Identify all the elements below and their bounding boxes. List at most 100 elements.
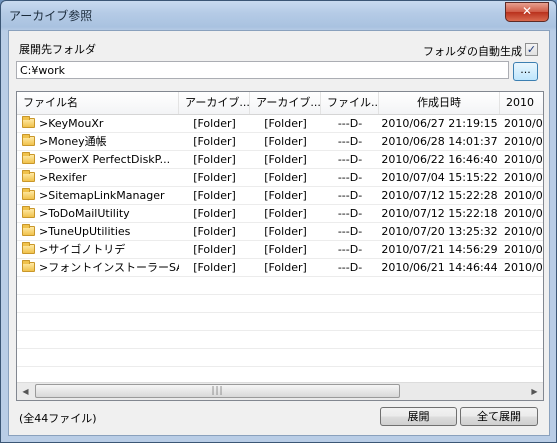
cell-name: >ToDoMailUtility [39, 207, 130, 220]
cell-attr: ---D- [337, 153, 363, 166]
cell-name: >サイゴノトリデ [39, 243, 126, 256]
cell-date2: 2010/0 [504, 171, 543, 184]
cell-date: 2010/07/20 13:25:32 [381, 225, 498, 238]
cell-name: >SitemapLinkManager [39, 189, 165, 202]
window-title: アーカイブ参照 [9, 9, 93, 23]
column-header-created[interactable]: 作成日時 [379, 92, 500, 114]
cell-a2: [Folder] [264, 135, 307, 148]
cell-a1: [Folder] [193, 261, 236, 274]
browse-button[interactable]: ... [513, 62, 538, 81]
folder-icon [22, 206, 35, 218]
folder-icon [22, 134, 35, 146]
cell-a1: [Folder] [193, 189, 236, 202]
cell-date2: 2010/0 [504, 261, 543, 274]
list-header: ファイル名 アーカイブ... アーカイブ... ファイル... 作成日時 201… [17, 92, 543, 115]
cell-name: >TuneUpUtilities [39, 225, 131, 238]
cell-a1: [Folder] [193, 135, 236, 148]
cell-name: >フォントインストーラーSA... [39, 261, 179, 274]
table-row[interactable]: >KeyMouXr [Folder] [Folder] ---D- 2010/06/27… [17, 115, 543, 133]
table-row[interactable]: >Money通帳 [Folder] [Folder] ---D- 2010/06/28 … [17, 133, 543, 151]
scroll-left-icon[interactable]: ◀ [17, 383, 34, 400]
cell-date: 2010/07/12 15:22:18 [381, 207, 498, 220]
archive-browse-window: アーカイブ参照 ✕ 展開先フォルダ フォルダの自動生成 ✓ C:¥work ..… [0, 0, 557, 443]
close-button[interactable]: ✕ [505, 2, 549, 22]
folder-icon [22, 224, 35, 236]
table-row[interactable]: >サイゴノトリデ [Folder] [Folder] ---D- 2010/07/21 … [17, 241, 543, 259]
empty-row [17, 295, 543, 313]
cell-a1: [Folder] [193, 171, 236, 184]
title-bar[interactable]: アーカイブ参照 ✕ [1, 1, 556, 29]
cell-a2: [Folder] [264, 243, 307, 256]
file-count: (全44ファイル) [19, 412, 97, 425]
cell-date2: 2010/0 [504, 117, 543, 130]
table-row[interactable]: >ToDoMailUtility [Folder] [Folder] ---D- 201… [17, 205, 543, 223]
cell-attr: ---D- [337, 117, 363, 130]
column-header-archive-2[interactable]: アーカイブ... [250, 92, 321, 114]
cell-a1: [Folder] [193, 153, 236, 166]
cell-a1: [Folder] [193, 207, 236, 220]
cell-name: >KeyMouXr [39, 117, 104, 130]
scroll-right-icon[interactable]: ▶ [526, 383, 543, 400]
table-row[interactable]: >SitemapLinkManager [Folder] [Folder] ---D-… [17, 187, 543, 205]
horizontal-scrollbar[interactable]: ◀ ||| ▶ [17, 382, 543, 400]
file-list[interactable]: ファイル名 アーカイブ... アーカイブ... ファイル... 作成日時 201… [16, 91, 544, 401]
folder-icon [22, 188, 35, 200]
dest-folder-label: 展開先フォルダ [19, 43, 96, 56]
empty-row [17, 331, 543, 349]
folder-icon [22, 152, 35, 164]
empty-row [17, 277, 543, 295]
column-header-archive-1[interactable]: アーカイブ... [179, 92, 250, 114]
cell-attr: ---D- [337, 261, 363, 274]
cell-a2: [Folder] [264, 117, 307, 130]
cell-date2: 2010/0 [504, 135, 543, 148]
cell-date2: 2010/0 [504, 225, 543, 238]
auto-create-label: フォルダの自動生成 [423, 45, 522, 58]
dest-path-input[interactable]: C:¥work [16, 61, 509, 79]
cell-date: 2010/07/21 14:56:29 [381, 243, 498, 256]
cell-a2: [Folder] [264, 207, 307, 220]
folder-icon [22, 170, 35, 182]
empty-row [17, 349, 543, 367]
cell-attr: ---D- [337, 135, 363, 148]
cell-date2: 2010/0 [504, 243, 543, 256]
table-row[interactable]: >フォントインストーラーSA... [Folder] [Folder] ---D- 20… [17, 259, 543, 277]
cell-a2: [Folder] [264, 171, 307, 184]
cell-attr: ---D- [337, 243, 363, 256]
cell-a1: [Folder] [193, 243, 236, 256]
cell-date2: 2010/0 [504, 189, 543, 202]
cell-attr: ---D- [337, 171, 363, 184]
cell-date: 2010/06/28 14:01:37 [381, 135, 498, 148]
folder-icon [22, 242, 35, 254]
cell-date2: 2010/0 [504, 207, 543, 220]
cell-name: >Rexifer [39, 171, 87, 184]
cell-date: 2010/06/27 21:19:15 [381, 117, 498, 130]
cell-name: >PowerX PerfectDiskP... [39, 153, 171, 166]
cell-name: >Money通帳 [39, 135, 107, 148]
column-header-next[interactable]: 2010 [500, 92, 543, 114]
scroll-thumb[interactable]: ||| [35, 384, 400, 398]
extract-button[interactable]: 展開 [380, 407, 457, 426]
cell-attr: ---D- [337, 189, 363, 202]
auto-create-checkbox[interactable]: ✓ [525, 43, 538, 56]
list-rows: >KeyMouXr [Folder] [Folder] ---D- 2010/06/27… [17, 115, 543, 400]
column-header-attribute[interactable]: ファイル... [321, 92, 379, 114]
cell-date2: 2010/0 [504, 153, 543, 166]
cell-a2: [Folder] [264, 189, 307, 202]
folder-icon [22, 116, 35, 128]
cell-attr: ---D- [337, 207, 363, 220]
dialog-body: 展開先フォルダ フォルダの自動生成 ✓ C:¥work ... ファイル名 アー… [8, 30, 550, 436]
cell-a1: [Folder] [193, 225, 236, 238]
cell-date: 2010/07/04 15:15:22 [381, 171, 498, 184]
table-row[interactable]: >PowerX PerfectDiskP... [Folder] [Folder] -… [17, 151, 543, 169]
column-header-filename[interactable]: ファイル名 [17, 92, 179, 114]
folder-icon [22, 260, 35, 272]
table-row[interactable]: >Rexifer [Folder] [Folder] ---D- 2010/07/04 … [17, 169, 543, 187]
cell-a2: [Folder] [264, 261, 307, 274]
cell-attr: ---D- [337, 225, 363, 238]
table-row[interactable]: >TuneUpUtilities [Folder] [Folder] ---D- 201… [17, 223, 543, 241]
cell-date: 2010/07/12 15:22:28 [381, 189, 498, 202]
extract-all-button[interactable]: 全て展開 [460, 407, 538, 426]
empty-row [17, 313, 543, 331]
cell-a2: [Folder] [264, 225, 307, 238]
cell-a1: [Folder] [193, 117, 236, 130]
